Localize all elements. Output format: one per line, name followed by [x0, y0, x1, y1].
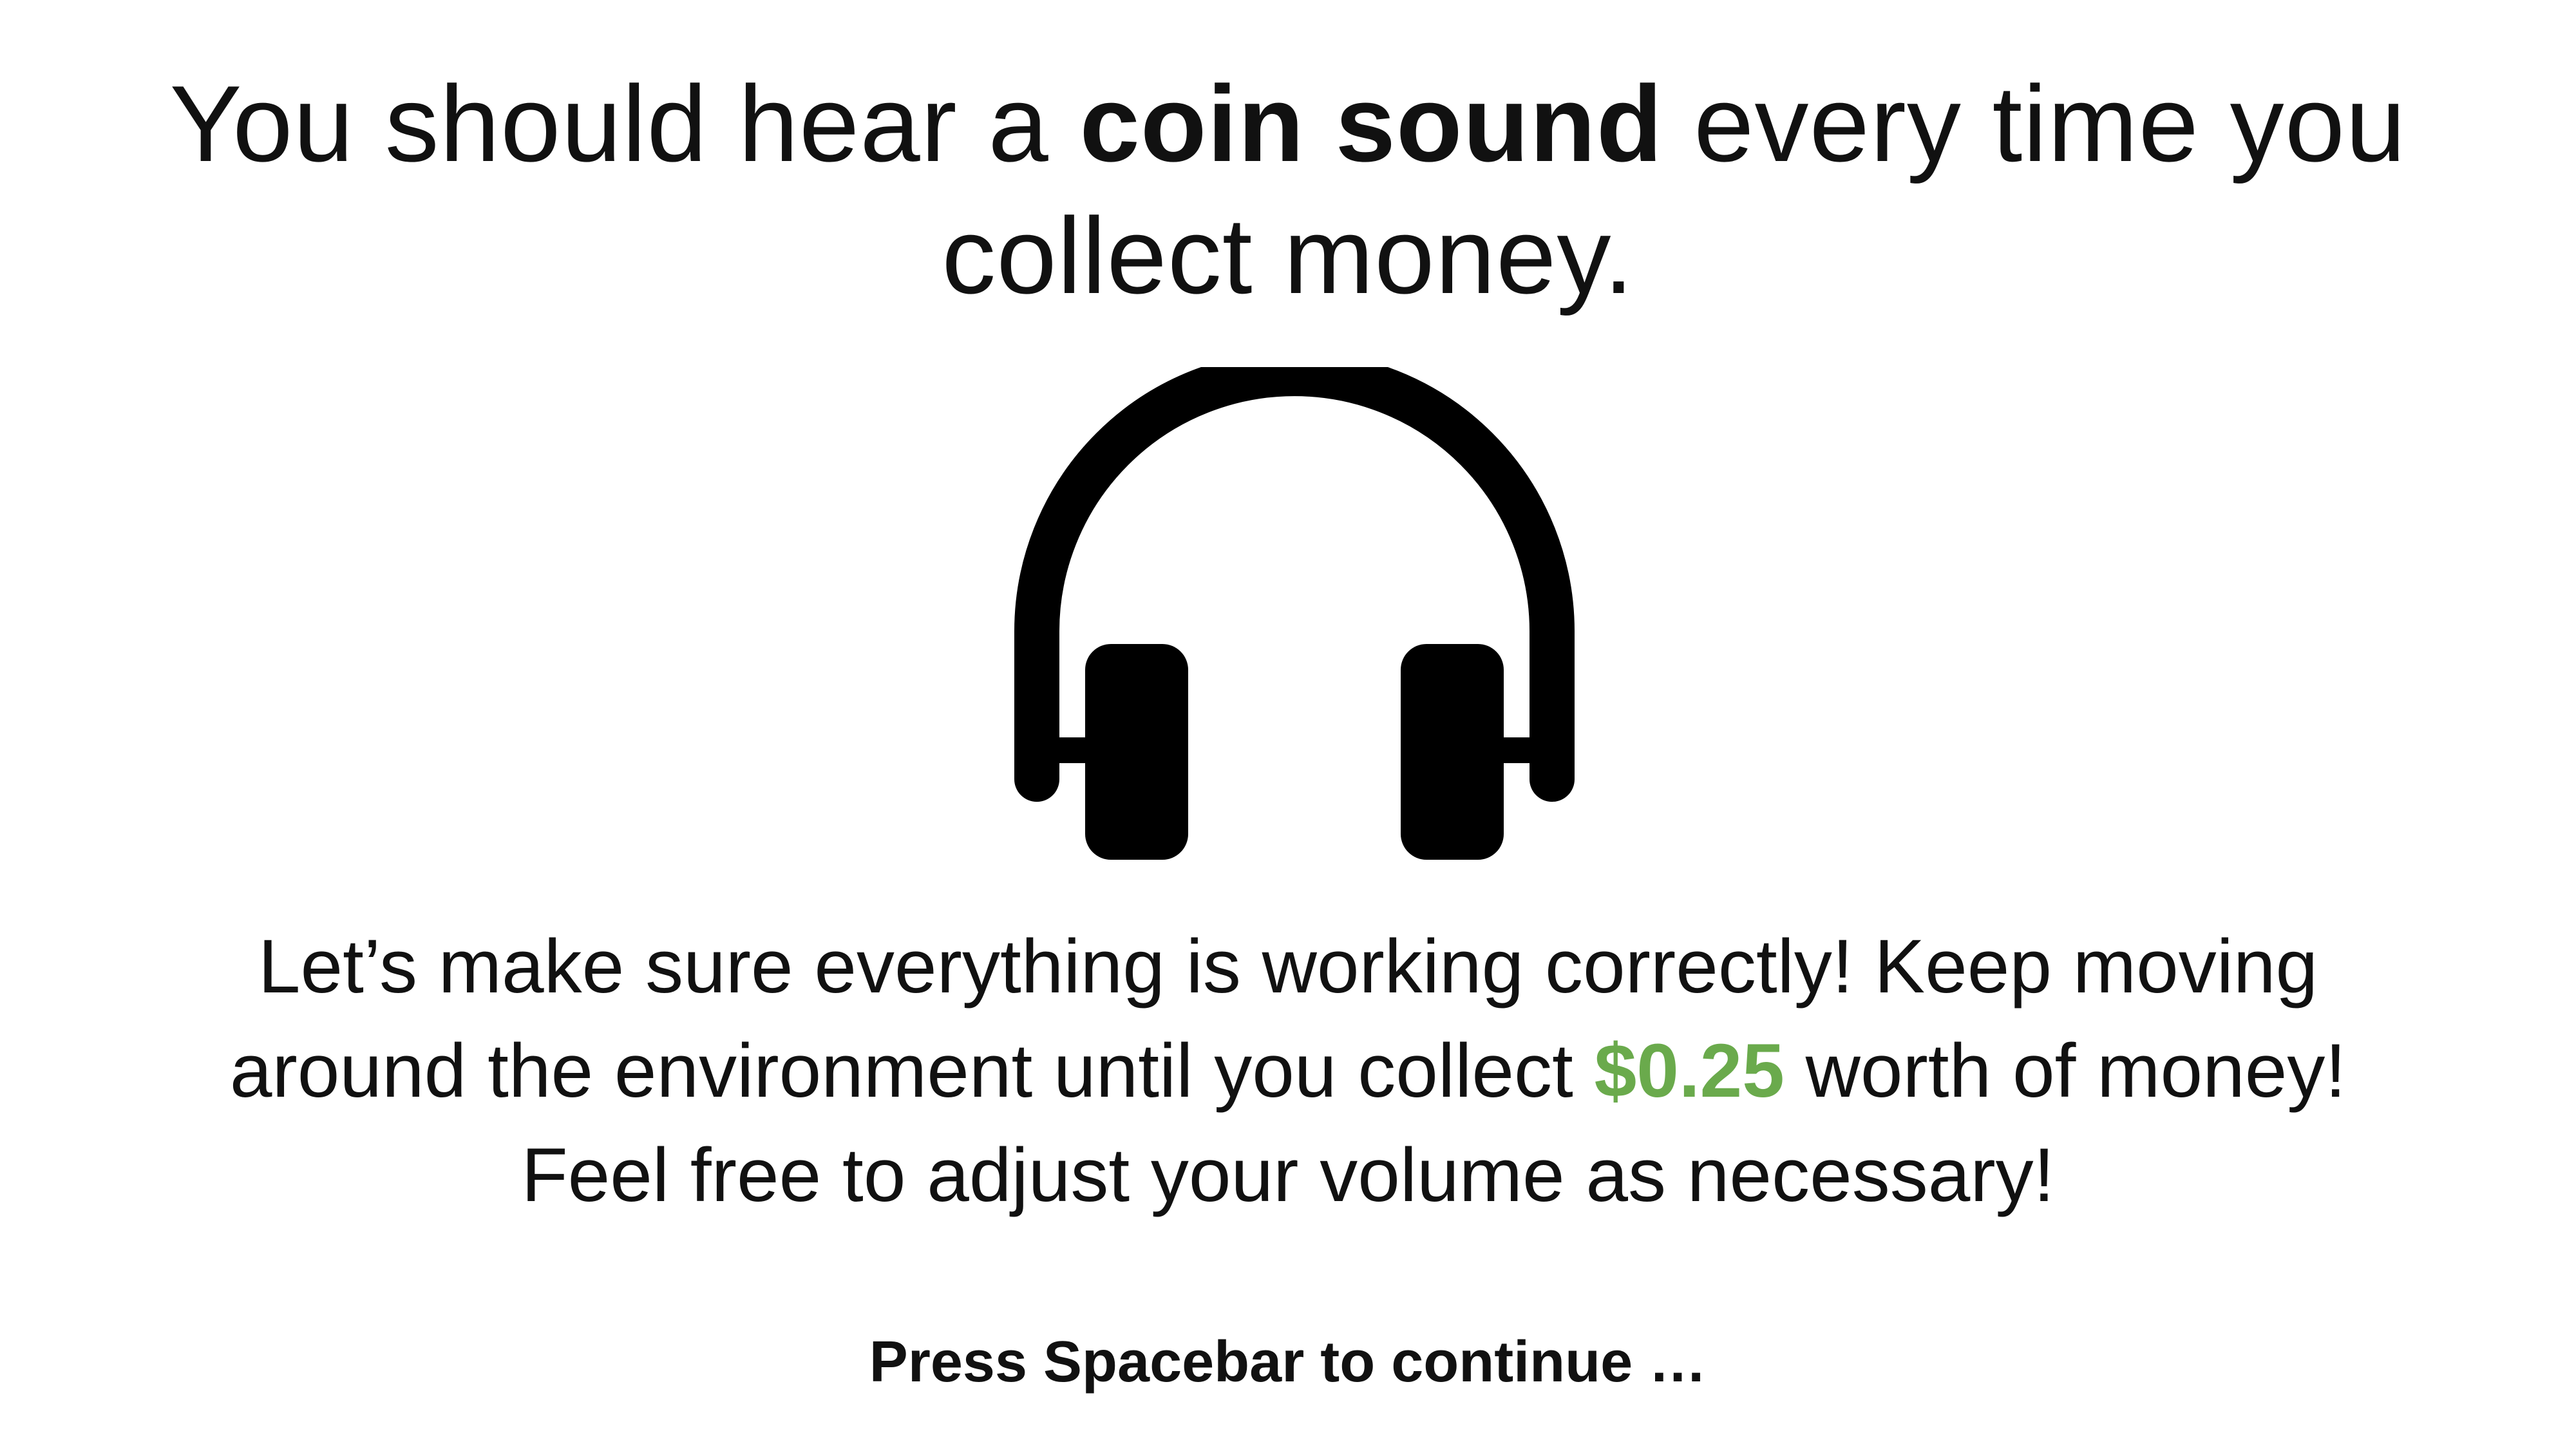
headline-emphasis: coin sound — [1079, 63, 1663, 184]
instructions-line-2: around the environment until you collect… — [97, 1019, 2479, 1123]
instructions-text: Let’s make sure everything is working co… — [97, 914, 2479, 1227]
headline-prefix: You should hear a — [169, 63, 1080, 184]
instructions-line-1: Let’s make sure everything is working co… — [258, 924, 2318, 1009]
page-title: You should hear a coin sound every time … — [129, 58, 2447, 322]
money-amount: $0.25 — [1594, 1028, 1785, 1113]
headphones-icon — [1014, 367, 1575, 860]
instructions-line-3: Feel free to adjust your volume as neces… — [521, 1133, 2055, 1218]
continue-prompt[interactable]: Press Spacebar to continue … — [0, 1327, 2576, 1397]
instructions-line-2-prefix: around the environment until you collect — [229, 1028, 1595, 1113]
instruction-screen: You should hear a coin sound every time … — [0, 0, 2576, 1449]
instructions-line-2-suffix: worth of money! — [1784, 1028, 2347, 1113]
